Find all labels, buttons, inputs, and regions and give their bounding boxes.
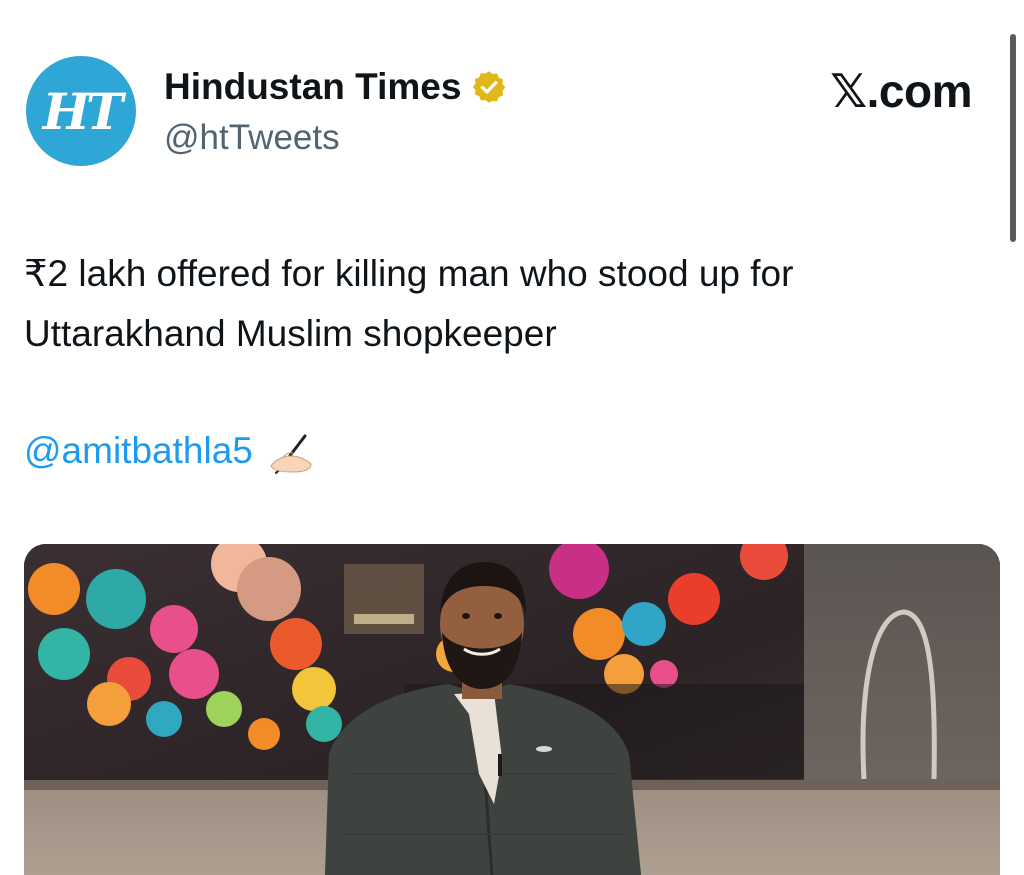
avatar[interactable]: HT [26,56,136,166]
brand-domain-label: .com [866,65,973,117]
verified-badge-icon [473,71,506,103]
account-name-row: Hindustan Times [164,66,507,108]
account-handle[interactable]: @htTweets [164,118,340,158]
display-name[interactable]: Hindustan Times [164,66,461,108]
scrollbar[interactable] [1010,34,1016,242]
writing-hand-icon [270,434,312,474]
photo-icon [24,544,1000,875]
tweet-screenshot: HT Hindustan Times @htTweets 𝕏 .com ₹2 l… [0,0,1024,875]
mention-row: @amitbathla5 [24,426,315,476]
tweet-media-photo[interactable] [24,544,1000,875]
mention-link[interactable]: @amitbathla5 [24,430,253,472]
avatar-logo-text: HT [42,81,123,141]
x-brand-watermark: 𝕏 .com [830,64,972,118]
x-logo-icon: 𝕏 [830,64,867,118]
tweet-text: ₹2 lakh offered for killing man who stoo… [24,253,794,354]
